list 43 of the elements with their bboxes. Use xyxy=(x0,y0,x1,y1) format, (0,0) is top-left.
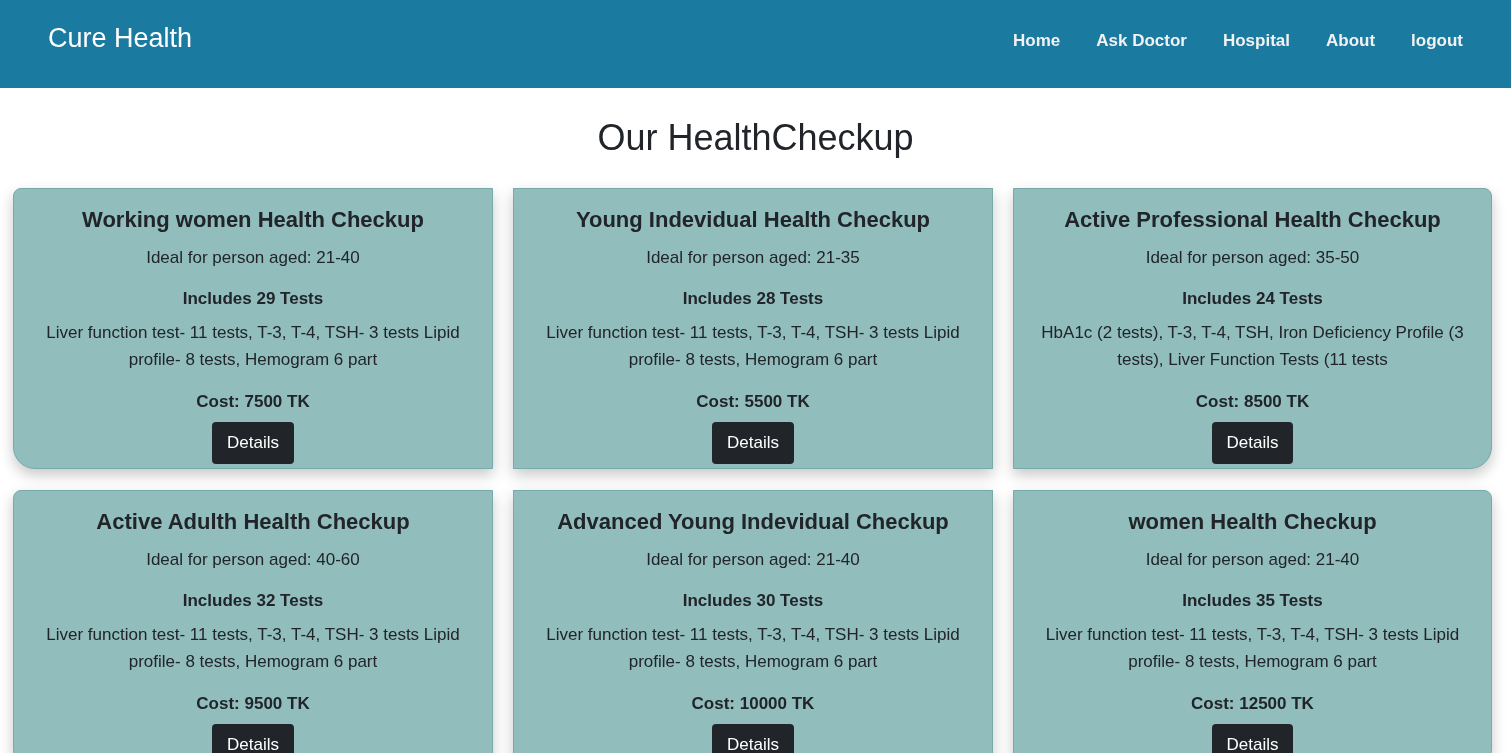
package-title: Young Indevidual Health Checkup xyxy=(575,207,931,234)
cost-text: Cost: 10000 TK xyxy=(691,693,815,716)
nav-link[interactable]: Ask Doctor xyxy=(1096,29,1187,53)
test-count-text: Includes 28 Tests xyxy=(682,288,824,311)
details-button[interactable]: Details xyxy=(712,422,794,465)
test-count-text: Includes 32 Tests xyxy=(182,590,324,613)
cost-text: Cost: 5500 TK xyxy=(696,391,810,414)
cost-text: Cost: 12500 TK xyxy=(1191,693,1314,716)
package-title: women Health Checkup xyxy=(1128,509,1377,536)
nav-link[interactable]: logout xyxy=(1411,29,1463,53)
cost-text: Cost: 9500 TK xyxy=(196,693,310,716)
page-heading: Our HealthCheckup xyxy=(597,116,914,160)
package-title: Active Adulth Health Checkup xyxy=(96,509,410,536)
details-button[interactable]: Details xyxy=(712,724,794,753)
test-description: Liver function test- 11 tests, T-3, T-4, TSH- 3 tests Lipid profile- 8 tests, Hemogram 6 part xyxy=(1044,624,1461,674)
test-description: HbA1c (2 tests), T-3, T-4, TSH, Iron Deficiency Profile (3 tests), Liver Function Tests (11 tests xyxy=(1040,322,1465,372)
age-range-text: Ideal for person aged: 21-40 xyxy=(646,549,860,572)
test-count-text: Includes 24 Tests xyxy=(1182,288,1323,311)
test-description: Liver function test- 11 tests, T-3, T-4, TSH- 3 tests Lipid profile- 8 tests, Hemogram 6 part xyxy=(545,624,961,674)
nav-link[interactable]: Home xyxy=(1013,29,1061,53)
test-description: Liver function test- 11 tests, T-3, T-4, TSH- 3 tests Lipid profile- 8 tests, Hemogram 6 part xyxy=(45,624,461,674)
package-title: Working women Health Checkup xyxy=(82,207,424,234)
details-button[interactable]: Details xyxy=(212,724,294,753)
details-button[interactable]: Details xyxy=(1211,724,1294,753)
test-description: Liver function test- 11 tests, T-3, T-4, TSH- 3 tests Lipid profile- 8 tests, Hemogram 6 part xyxy=(45,322,461,372)
test-count-text: Includes 35 Tests xyxy=(1182,590,1323,613)
nav-link[interactable]: About xyxy=(1326,29,1376,53)
age-range-text: Ideal for person aged: 21-40 xyxy=(146,247,360,270)
details-button[interactable]: Details xyxy=(212,422,294,465)
test-description: Liver function test- 11 tests, T-3, T-4, TSH- 3 tests Lipid profile- 8 tests, Hemogram 6 part xyxy=(545,322,961,372)
cost-text: Cost: 8500 TK xyxy=(1195,391,1310,414)
age-range-text: Ideal for person aged: 21-40 xyxy=(1145,549,1360,572)
nav-link[interactable]: Hospital xyxy=(1222,29,1290,53)
age-range-text: Ideal for person aged: 21-35 xyxy=(646,247,860,270)
cost-text: Cost: 7500 TK xyxy=(196,391,310,414)
brand-link[interactable]: Cure Health xyxy=(48,20,193,56)
test-count-text: Includes 29 Tests xyxy=(182,288,324,311)
age-range-text: Ideal for person aged: 35-50 xyxy=(1145,247,1360,270)
details-button[interactable]: Details xyxy=(1211,422,1294,465)
package-title: Active Professional Health Checkup xyxy=(1064,207,1441,234)
package-title: Advanced Young Indevidual Checkup xyxy=(557,509,949,536)
age-range-text: Ideal for person aged: 40-60 xyxy=(146,549,360,572)
test-count-text: Includes 30 Tests xyxy=(682,590,824,613)
